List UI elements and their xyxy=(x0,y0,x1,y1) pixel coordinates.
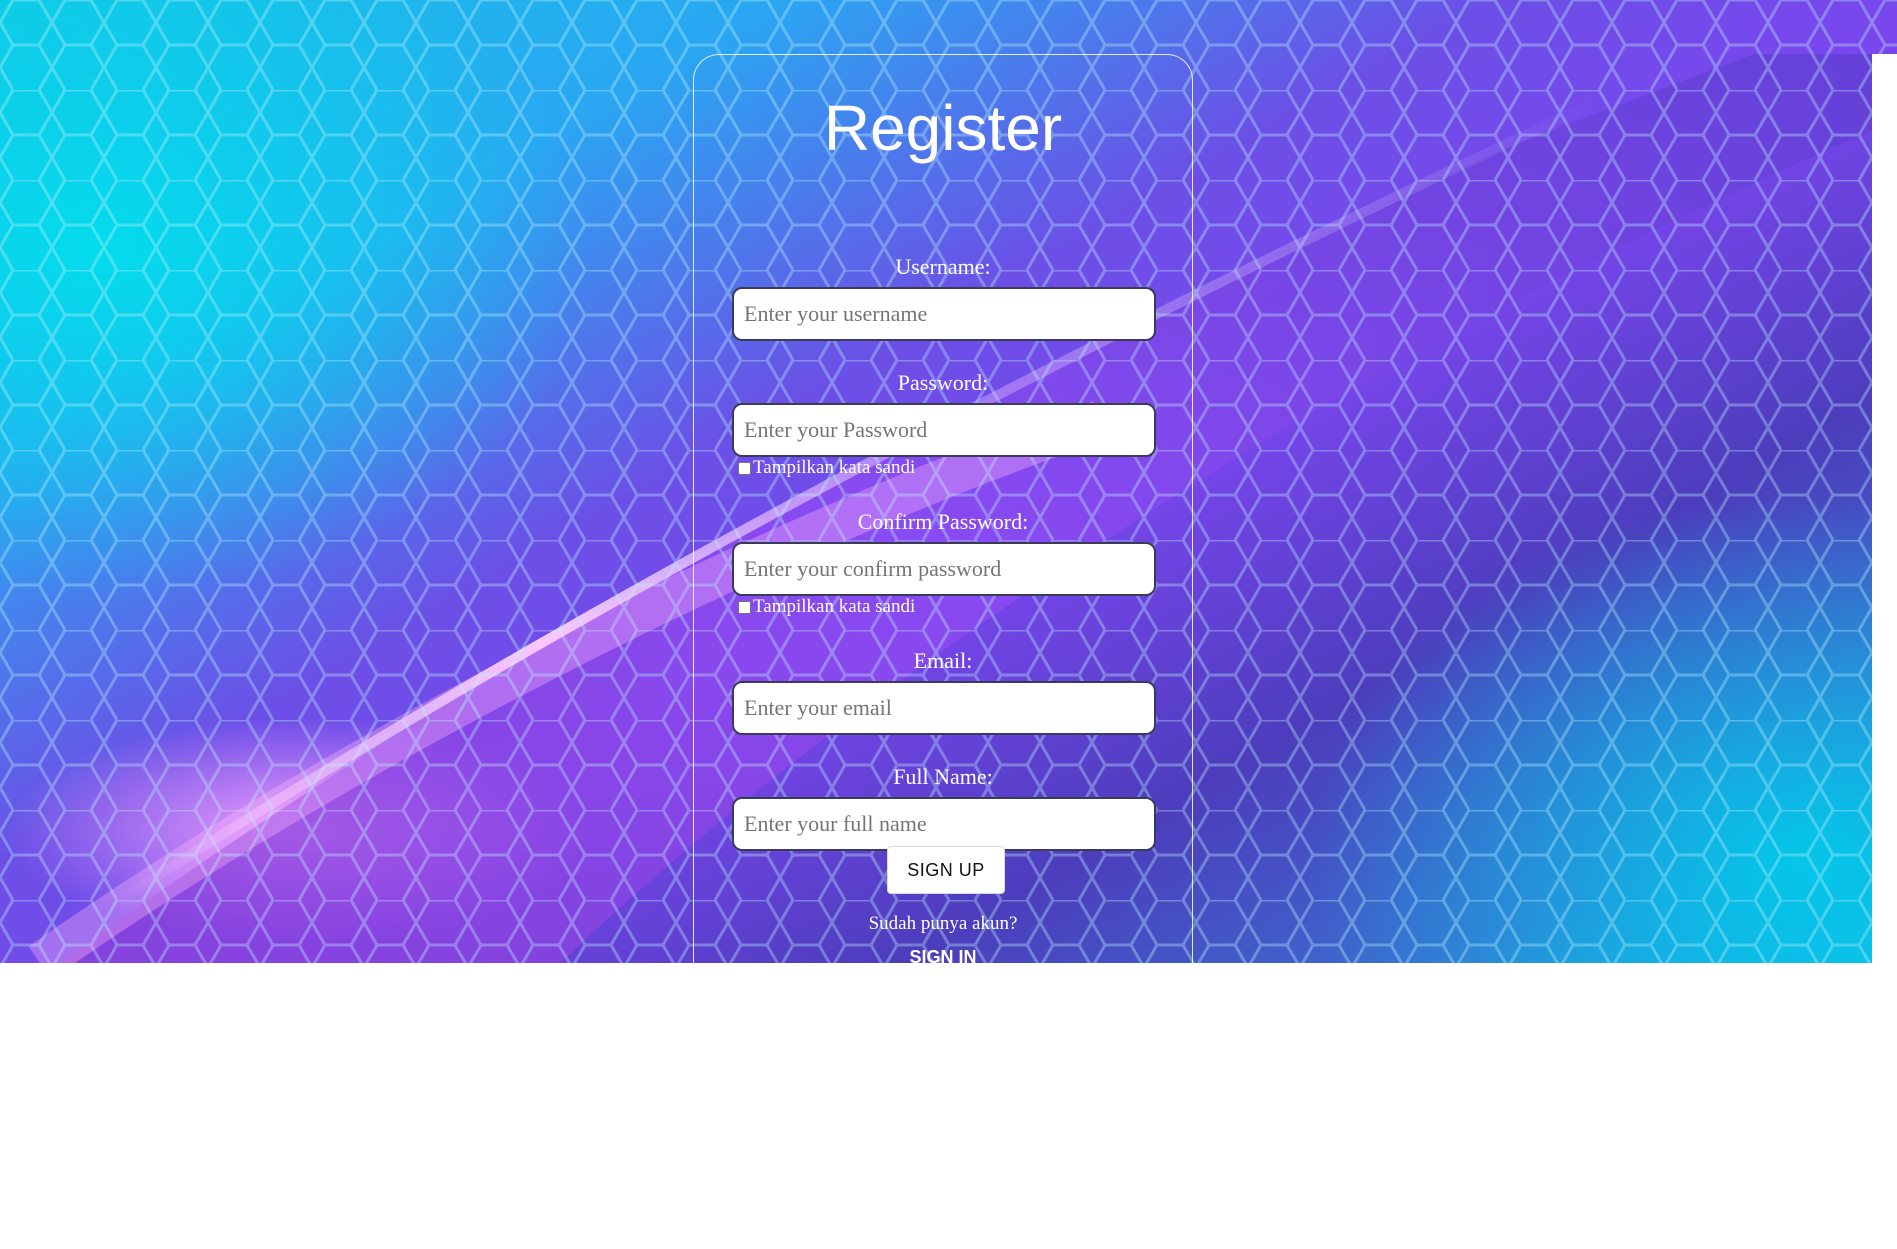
page: Register Username: Password: Tampilkan k… xyxy=(0,0,1897,1249)
show-password-toggle[interactable]: Tampilkan kata sandi xyxy=(738,457,915,479)
username-label: Username: xyxy=(895,254,991,279)
page-title: Register xyxy=(823,92,1063,164)
full-name-label: Full Name: xyxy=(893,764,993,789)
show-password-checkbox[interactable] xyxy=(738,461,751,475)
have-account-prompt: Sudah punya akun? xyxy=(868,913,1018,934)
show-confirm-password-checkbox[interactable] xyxy=(738,600,751,614)
username-input[interactable] xyxy=(732,287,1156,341)
password-input[interactable] xyxy=(732,403,1156,457)
sign-up-button[interactable]: SIGN UP xyxy=(887,846,1005,894)
password-label: Password: xyxy=(897,370,989,395)
background-top-strip xyxy=(0,0,1897,54)
sign-in-link[interactable]: SIGN IN xyxy=(694,944,1192,964)
confirm-password-label: Confirm Password: xyxy=(857,509,1029,534)
email-label: Email: xyxy=(913,648,973,673)
full-name-input[interactable] xyxy=(732,797,1156,851)
show-password-label: Tampilkan kata sandi xyxy=(753,457,916,478)
hexagon-pattern xyxy=(0,0,1897,54)
confirm-password-input[interactable] xyxy=(732,542,1156,596)
register-card: Register Username: Password: Tampilkan k… xyxy=(693,54,1193,974)
show-confirm-password-toggle[interactable]: Tampilkan kata sandi xyxy=(738,596,915,618)
email-input[interactable] xyxy=(732,681,1156,735)
show-confirm-password-label: Tampilkan kata sandi xyxy=(753,596,916,617)
